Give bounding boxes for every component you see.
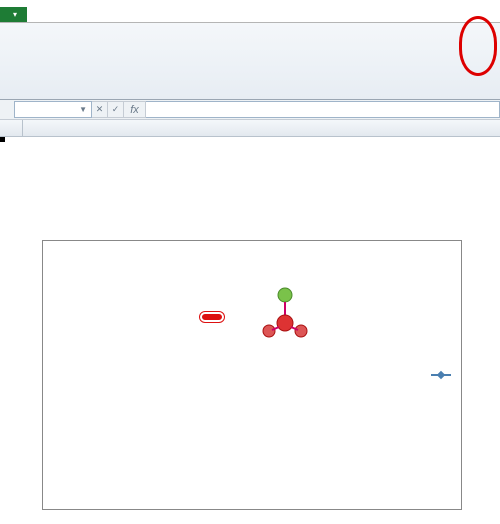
name-box[interactable]: ▼ [14,101,92,118]
chevron-down-icon: ▼ [79,105,87,114]
confirm-formula-icon[interactable]: ✓ [108,101,124,118]
ribbon-tabs: ▾ [0,0,500,22]
chart-svg [73,251,383,491]
embedded-chart[interactable] [42,240,462,510]
fx-icon[interactable]: fx [124,101,146,118]
active-cell-outline [0,137,4,141]
legend-marker-icon [431,374,451,376]
column-headers [0,120,500,137]
chart-legend[interactable] [431,374,455,376]
cancel-formula-icon[interactable]: ✕ [92,101,108,118]
molecule-decoration [255,285,315,345]
select-all-corner[interactable] [0,120,23,136]
ribbon [0,22,500,100]
watermark-badge [200,312,224,322]
tab-file[interactable]: ▾ [0,7,27,22]
formula-bar[interactable] [146,101,500,118]
chart-plot-area [73,251,383,491]
formula-bar-row: ▼ ✕ ✓ fx [0,100,500,120]
chevron-down-icon: ▾ [13,10,17,19]
worksheet-grid[interactable] [0,120,500,137]
